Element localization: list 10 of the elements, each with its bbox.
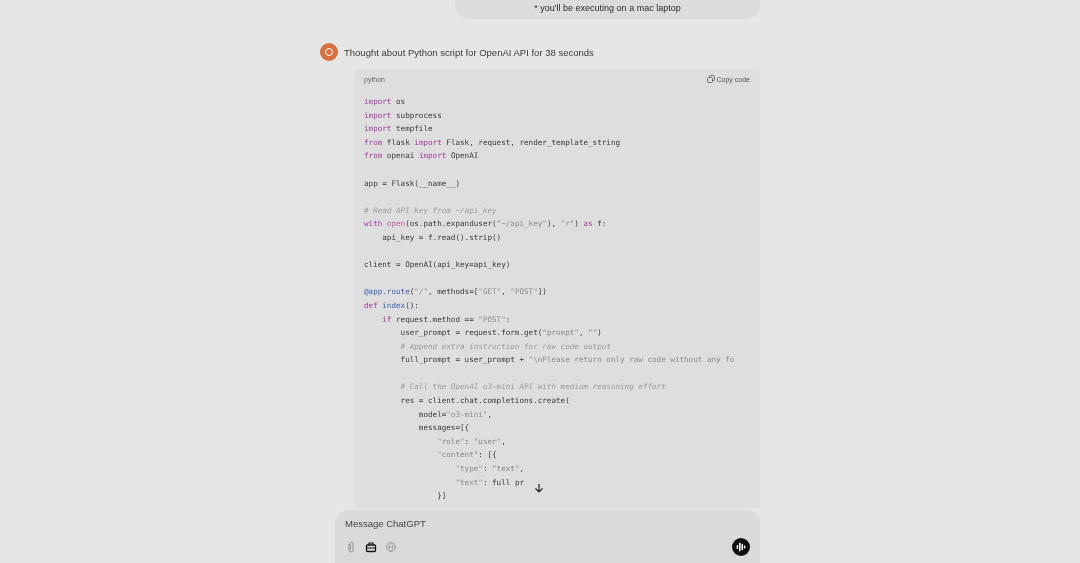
- voice-button[interactable]: [732, 538, 750, 556]
- assistant-avatar-icon: [320, 43, 338, 61]
- thought-summary[interactable]: Thought about Python script for OpenAI API for 38 seconds: [344, 46, 594, 58]
- waveform-icon: [735, 541, 747, 553]
- user-message: * you'll be executing on a mac laptop: [455, 0, 760, 19]
- scroll-down-icon[interactable]: [533, 482, 545, 494]
- toolbox-icon[interactable]: [365, 541, 377, 553]
- paperclip-icon[interactable]: [345, 541, 357, 553]
- message-input[interactable]: Message ChatGPT: [345, 518, 645, 529]
- copy-icon: [706, 75, 715, 83]
